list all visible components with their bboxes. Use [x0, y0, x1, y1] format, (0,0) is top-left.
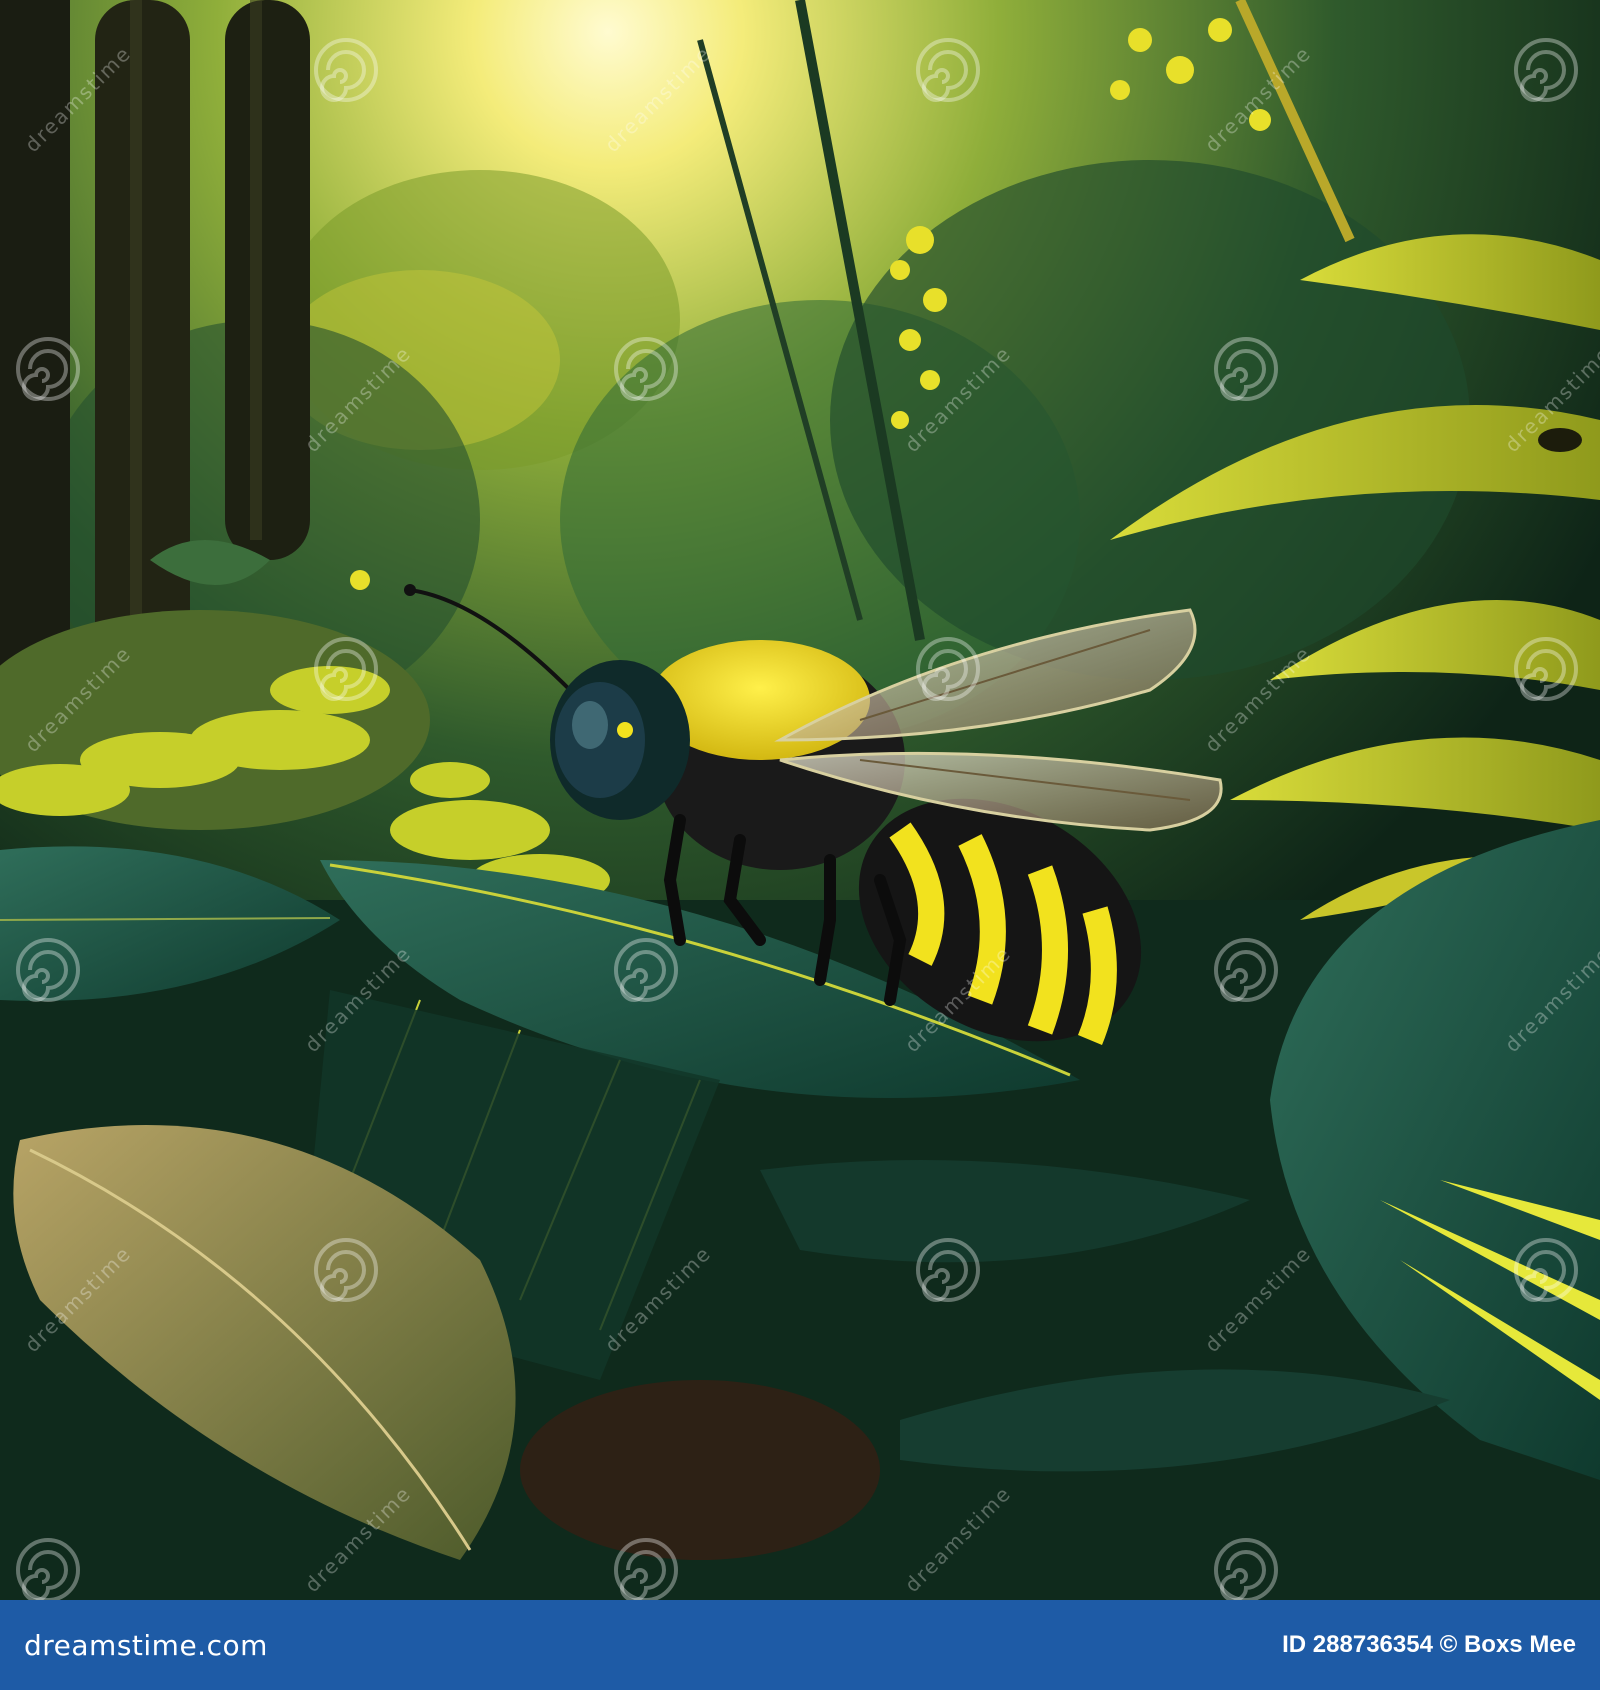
spiral-logo-icon	[16, 938, 80, 1002]
spiral-logo-icon	[614, 337, 678, 401]
spiral-logo-icon	[314, 38, 378, 102]
spiral-logo-icon	[314, 637, 378, 701]
spiral-logo-icon	[1514, 1238, 1578, 1302]
spiral-logo-icon	[614, 1538, 678, 1600]
spiral-logo-icon	[16, 1538, 80, 1600]
spiral-logo-icon	[16, 337, 80, 401]
spiral-logo-icon	[1514, 38, 1578, 102]
spiral-logo-icon	[1214, 337, 1278, 401]
jungle-bee-illustration: dreamstime dreamstime dreamstime dreamst…	[0, 0, 1600, 1600]
spiral-logo-icon	[1214, 938, 1278, 1002]
spiral-logo-icon	[916, 1238, 980, 1302]
brand-link[interactable]: dreamstime.com	[24, 1629, 268, 1662]
image-credit: ID 288736354 © Boxs Mee	[1282, 1631, 1576, 1658]
spiral-logo-icon	[1214, 1538, 1278, 1600]
spiral-logo-icon	[916, 38, 980, 102]
footer-bar: dreamstime.com ID 288736354 © Boxs Mee	[0, 1600, 1600, 1690]
scene-art	[0, 0, 1600, 1600]
stock-photo-frame: dreamstime dreamstime dreamstime dreamst…	[0, 0, 1600, 1690]
spiral-logo-icon	[1514, 637, 1578, 701]
spiral-logo-icon	[314, 1238, 378, 1302]
spiral-logo-icon	[614, 938, 678, 1002]
spiral-logo-icon	[916, 637, 980, 701]
